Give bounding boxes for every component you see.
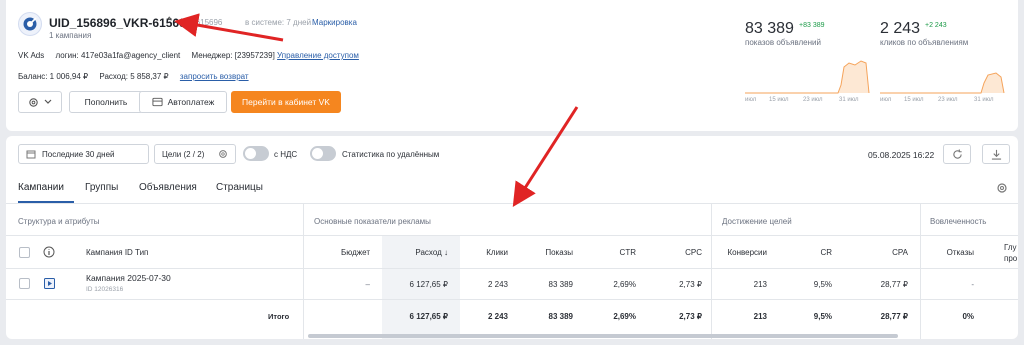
arrow-to-account bbox=[174, 13, 284, 42]
annotation-arrows bbox=[174, 13, 579, 208]
arrow-to-metrics bbox=[512, 106, 579, 208]
